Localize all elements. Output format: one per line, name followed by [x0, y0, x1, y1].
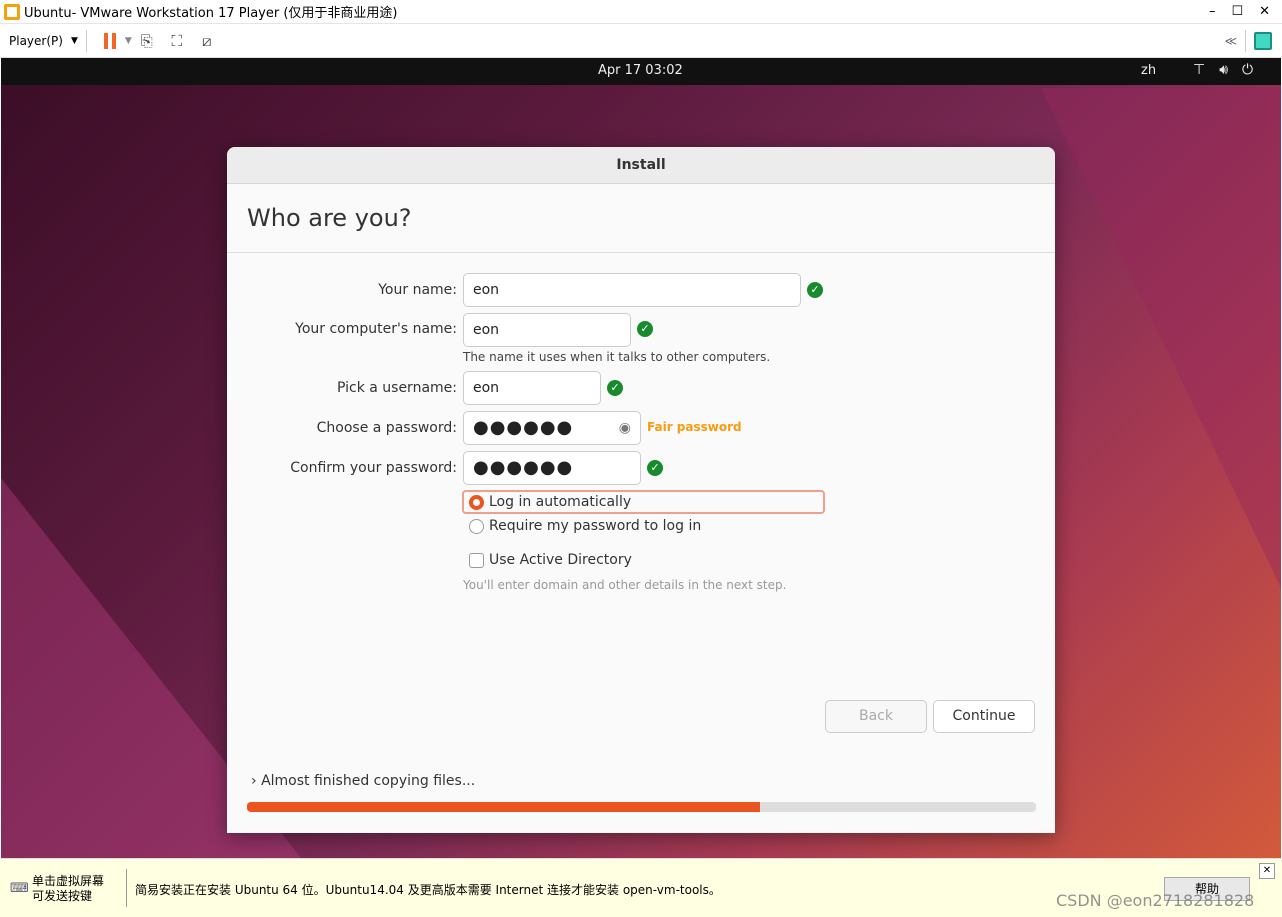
login-auto-option[interactable]: Log in automatically [462, 490, 825, 514]
input-language[interactable]: zh [1141, 63, 1156, 78]
continue-button[interactable]: Continue [933, 700, 1035, 733]
active-directory-hint: You'll enter domain and other details in… [463, 578, 787, 592]
info-bar: ⌨ 单击虚拟屏幕 可发送按键 简易安装正在安装 Ubuntu 64 位。Ubun… [0, 858, 1282, 917]
password-label: Choose a password: [316, 420, 457, 436]
notes-icon[interactable] [1254, 31, 1272, 50]
vmware-logo-icon [4, 3, 20, 20]
window-title: Ubuntu- VMware Workstation 17 Player (仅用… [24, 6, 398, 21]
check-icon: ✓ [607, 380, 623, 396]
active-directory-label: Use Active Directory [489, 552, 632, 568]
wallpaper-shape [1041, 88, 1281, 588]
confirm-password-input[interactable]: ●●●●●● [463, 451, 641, 485]
player-menu[interactable]: Player(P) [9, 34, 63, 48]
radio-selected[interactable] [469, 494, 484, 510]
computer-name-input[interactable]: eon [463, 313, 631, 347]
status-row[interactable]: › Almost finished copying files... [251, 773, 475, 789]
check-icon: ✓ [807, 282, 823, 298]
computer-name-hint: The name it uses when it talks to other … [463, 350, 771, 364]
divider [126, 869, 127, 907]
unity-icon[interactable]: ⧄ [197, 31, 217, 51]
pause-dropdown-icon[interactable]: ▼ [125, 36, 132, 46]
infobar-close-button[interactable]: ✕ [1259, 863, 1275, 879]
info-message: 简易安装正在安装 Ubuntu 64 位。Ubuntu14.04 及更高版本需要… [135, 883, 721, 897]
vm-screen[interactable]: Apr 17 03:02 zh ⊤ 🔊︎ ⏻ Install Who are y… [1, 58, 1281, 858]
keyboard-icon: ⌨ [10, 881, 29, 896]
username-label: Pick a username: [336, 380, 457, 396]
login-auto-label: Log in automatically [489, 494, 632, 510]
watermark: CSDN @eon2718281828 [1056, 891, 1255, 910]
page-title: Who are you? [227, 184, 1055, 253]
collapse-toolbar-button[interactable]: ≪ [1224, 34, 1237, 48]
volume-icon[interactable]: 🔊︎ [1219, 62, 1228, 78]
player-menu-dropdown-icon[interactable]: ▼ [71, 36, 78, 46]
name-label: Your name: [378, 282, 457, 298]
progress-fill [247, 802, 760, 812]
install-dialog: Install Who are you? Your name: eon ✓ Yo… [227, 147, 1055, 833]
radio-unselected[interactable] [469, 518, 484, 534]
password-value: ●●●●●● [473, 417, 574, 438]
active-directory-option[interactable]: Use Active Directory [469, 552, 632, 568]
pause-icon[interactable] [100, 31, 120, 51]
login-require-label: Require my password to log in [489, 518, 702, 534]
network-icon[interactable]: ⊤ [1193, 62, 1205, 78]
show-password-eye-icon[interactable]: ◉ [619, 412, 632, 444]
confirm-password-label: Confirm your password: [290, 460, 457, 476]
dialog-title: Install [227, 147, 1055, 184]
active-directory-checkbox[interactable] [469, 552, 484, 568]
click-hint-line2: 可发送按键 [32, 889, 93, 903]
fullscreen-icon[interactable]: ⛶ [167, 31, 187, 51]
login-require-option[interactable]: Require my password to log in [469, 518, 701, 534]
computer-name-label: Your computer's name: [295, 321, 457, 337]
expand-chevron-icon[interactable]: › [251, 773, 261, 789]
maximize-button[interactable]: ☐ [1231, 4, 1243, 19]
close-button[interactable]: ✕ [1259, 4, 1270, 19]
name-input[interactable]: eon [463, 273, 801, 307]
divider [85, 29, 87, 52]
check-icon: ✓ [647, 460, 663, 476]
power-icon[interactable]: ⏻ [1242, 62, 1253, 78]
clock[interactable]: Apr 17 03:02 [598, 63, 683, 78]
divider [1245, 29, 1246, 52]
password-strength: Fair password [647, 420, 742, 434]
username-input[interactable]: eon [463, 371, 601, 405]
back-button[interactable]: Back [825, 700, 927, 733]
ubuntu-topbar: Apr 17 03:02 zh ⊤ 🔊︎ ⏻ [1, 58, 1281, 85]
send-ctrl-alt-del-icon[interactable]: ⎘ [137, 31, 157, 51]
status-text: Almost finished copying files... [261, 773, 476, 789]
check-icon: ✓ [637, 321, 653, 337]
minimize-button[interactable]: – [1209, 4, 1216, 19]
window-titlebar: Ubuntu- VMware Workstation 17 Player (仅用… [0, 0, 1282, 24]
install-progress-bar [247, 802, 1036, 812]
password-input[interactable]: ●●●●●● ◉ [463, 411, 641, 445]
player-toolbar: Player(P) ▼ ▼ ⎘ ⛶ ⧄ ≪ [0, 24, 1282, 58]
click-hint-line1: 单击虚拟屏幕 [32, 874, 105, 888]
